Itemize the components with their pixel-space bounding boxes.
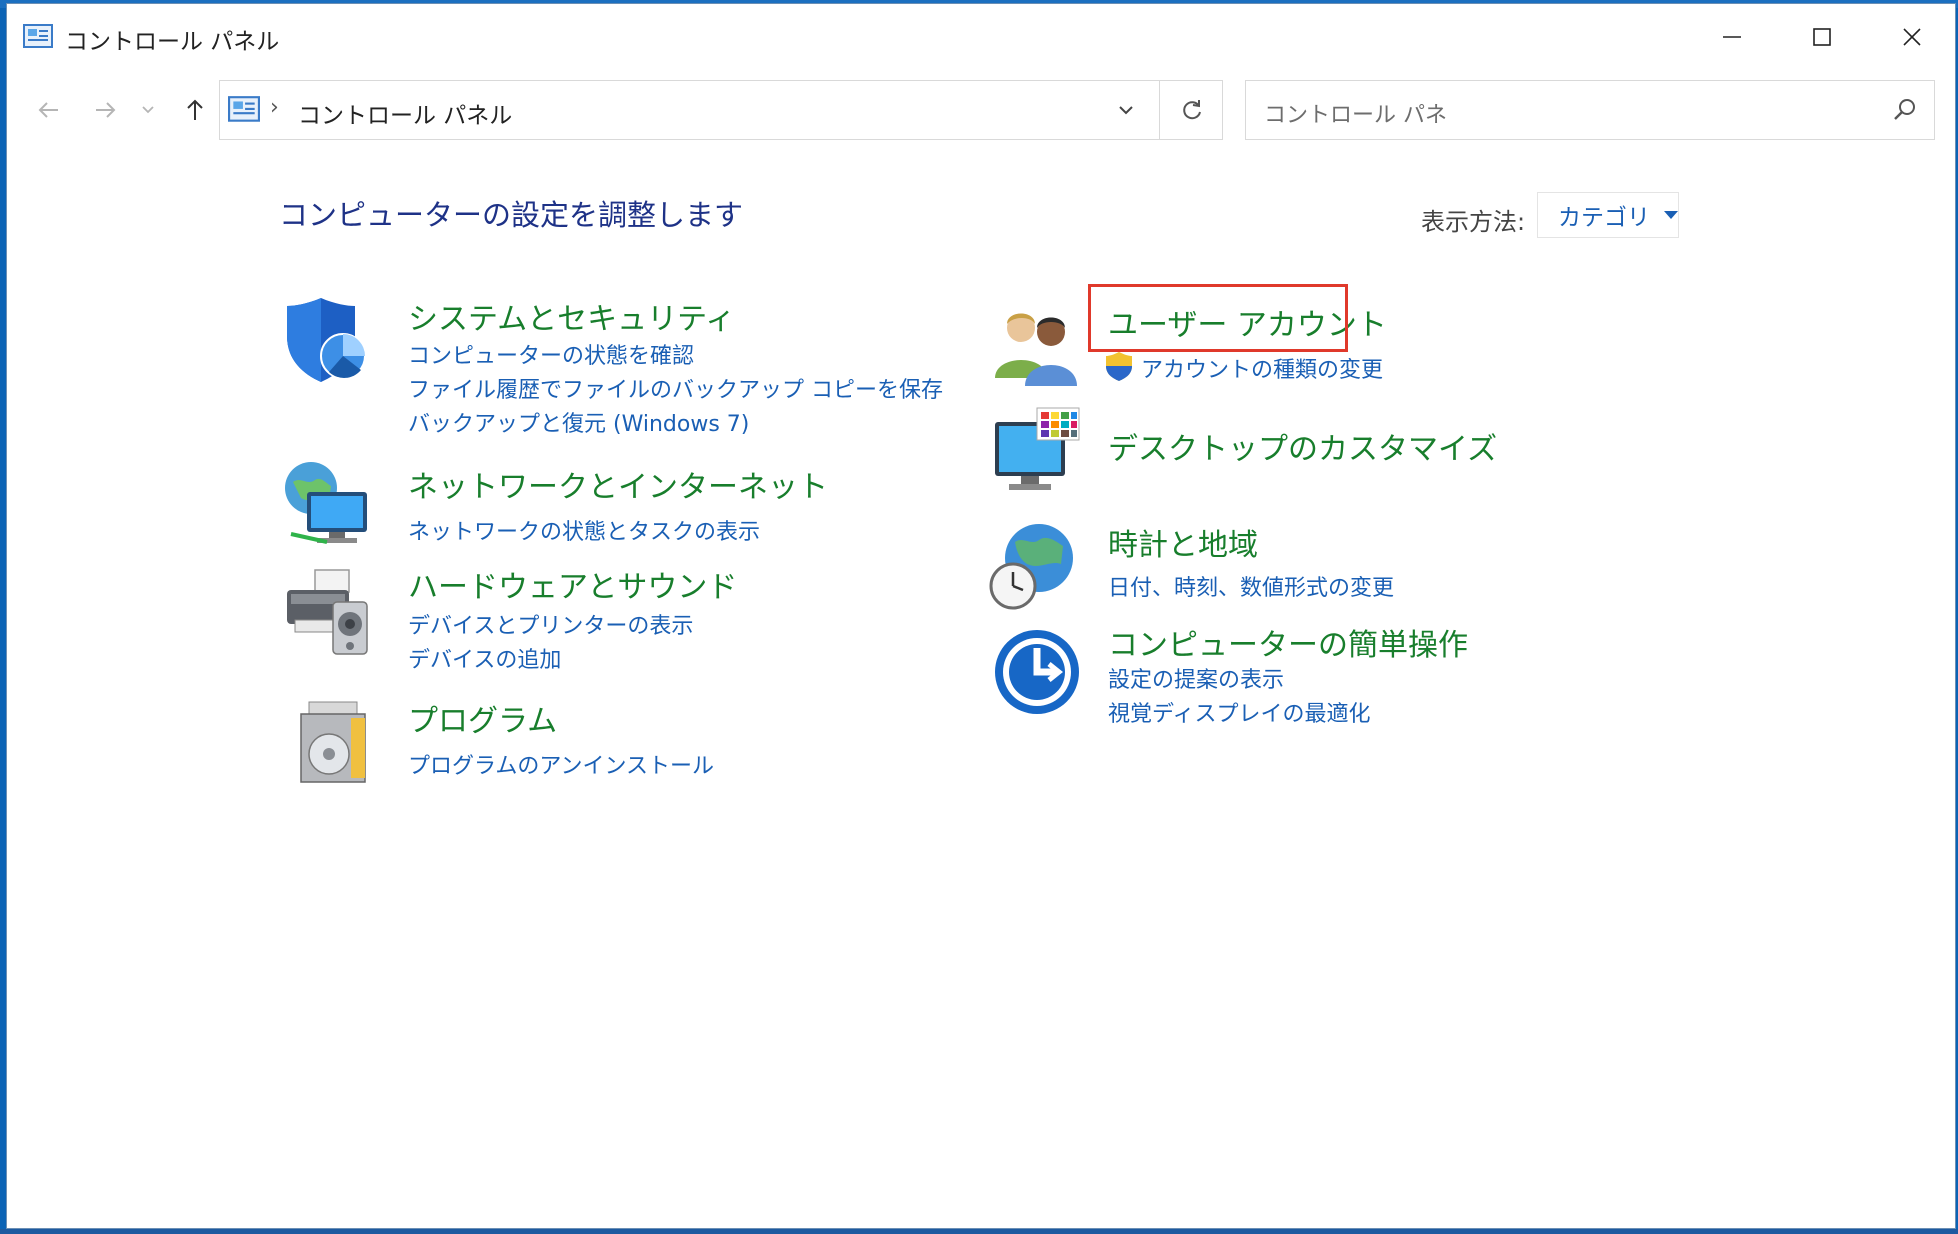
control-panel-location-icon xyxy=(228,96,260,122)
clock-globe-icon[interactable] xyxy=(987,520,1079,612)
programs-disc-icon[interactable] xyxy=(291,696,383,788)
shield-icon[interactable] xyxy=(281,294,373,386)
refresh-icon xyxy=(1182,100,1201,120)
link-file-history-backup[interactable]: ファイル履歴でファイルのバックアップ コピーを保存 xyxy=(408,372,943,404)
view-by-dropdown[interactable]: カテゴリ xyxy=(1537,192,1679,238)
ease-of-access-icon[interactable] xyxy=(991,626,1083,718)
page-heading: コンピューターの設定を調整します xyxy=(279,198,744,232)
link-uninstall-program[interactable]: プログラムのアンインストール xyxy=(408,748,714,780)
category-ease-of-access[interactable]: コンピューターの簡単操作 xyxy=(1108,620,1468,664)
close-button[interactable] xyxy=(1867,4,1957,70)
highlight-frame xyxy=(1088,284,1348,352)
back-button[interactable] xyxy=(31,92,67,128)
close-icon xyxy=(1903,28,1921,46)
search-box[interactable]: コントロール パネ xyxy=(1245,80,1935,140)
link-change-date-time-format[interactable]: 日付、時刻、数値形式の変更 xyxy=(1108,570,1394,602)
minimize-button[interactable] xyxy=(1687,4,1777,70)
monitor-palette-icon[interactable] xyxy=(991,406,1083,498)
category-hardware-sound[interactable]: ハードウェアとサウンド xyxy=(408,562,737,606)
up-button[interactable] xyxy=(177,92,213,128)
refresh-button[interactable] xyxy=(1159,80,1223,140)
taskbar-edge xyxy=(0,1229,1958,1234)
chevron-down-icon xyxy=(142,106,154,114)
view-by-label: 表示方法: xyxy=(1421,208,1526,236)
caret-down-icon xyxy=(1664,211,1678,219)
control-panel-app-icon xyxy=(23,24,53,48)
link-devices-printers[interactable]: デバイスとプリンターの表示 xyxy=(408,608,693,640)
recent-locations-button[interactable] xyxy=(137,92,159,128)
maximize-icon xyxy=(1813,28,1831,46)
view-by-value: カテゴリ xyxy=(1558,205,1650,231)
link-check-computer-status[interactable]: コンピューターの状態を確認 xyxy=(408,338,694,370)
minimize-icon xyxy=(1723,36,1741,38)
search-placeholder: コントロール パネ xyxy=(1264,103,1447,128)
users-icon[interactable] xyxy=(991,298,1083,390)
maximize-button[interactable] xyxy=(1777,4,1867,70)
navigation-bar: › コントロール パネル コントロール パネ xyxy=(7,70,1955,150)
search-icon[interactable] xyxy=(1892,97,1918,123)
address-bar[interactable]: › コントロール パネル xyxy=(219,80,1223,140)
link-suggested-settings[interactable]: 設定の提案の表示 xyxy=(1108,662,1284,694)
category-clock-region[interactable]: 時計と地域 xyxy=(1108,520,1258,564)
breadcrumb-separator-icon[interactable]: › xyxy=(270,95,279,120)
link-network-status-tasks[interactable]: ネットワークの状態とタスクの表示 xyxy=(408,514,760,546)
category-system-security[interactable]: システムとセキュリティ xyxy=(408,294,735,338)
window-title: コントロール パネル xyxy=(65,29,280,55)
link-change-account-type[interactable]: アカウントの種類の変更 xyxy=(1141,352,1383,384)
link-optimize-visual-display[interactable]: 視覚ディスプレイの最適化 xyxy=(1108,696,1370,728)
link-backup-restore-win7[interactable]: バックアップと復元 (Windows 7) xyxy=(408,406,749,438)
arrow-left-icon xyxy=(38,102,58,118)
category-programs[interactable]: プログラム xyxy=(408,696,557,740)
arrow-right-icon xyxy=(96,102,116,118)
title-bar[interactable]: コントロール パネル xyxy=(7,4,1955,70)
link-add-device[interactable]: デバイスの追加 xyxy=(408,642,561,674)
breadcrumb-control-panel[interactable]: コントロール パネル xyxy=(298,96,512,130)
category-network-internet[interactable]: ネットワークとインターネット xyxy=(408,462,828,506)
category-desktop-customization[interactable]: デスクトップのカスタマイズ xyxy=(1108,424,1497,468)
forward-button[interactable] xyxy=(87,92,123,128)
control-panel-window: コントロール パネル › コントロール パネル コントロール パネ コンピュータ… xyxy=(6,3,1956,1229)
uac-shield-icon xyxy=(1106,352,1132,381)
printer-speaker-icon[interactable] xyxy=(281,566,373,658)
address-history-dropdown[interactable] xyxy=(1096,81,1156,139)
network-globe-icon[interactable] xyxy=(281,456,373,548)
chevron-down-icon xyxy=(1119,106,1133,115)
arrow-up-icon xyxy=(187,99,203,120)
